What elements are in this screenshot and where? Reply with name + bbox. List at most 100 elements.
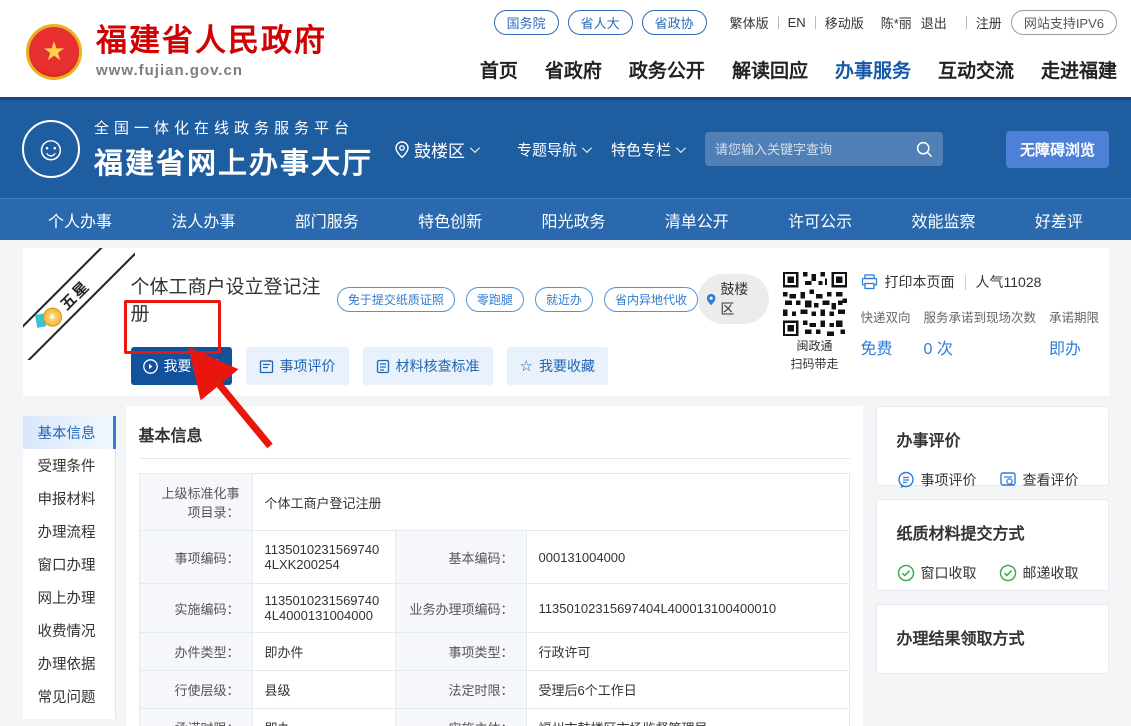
printer-icon [861, 274, 878, 290]
service-hall-banner: ☺ 全国一体化在线政务服务平台 福建省网上办事大厅 鼓楼区 专题导航 特色专栏 … [0, 97, 1131, 198]
sidebar-item-acceptance-conditions[interactable]: 受理条件 [23, 449, 115, 482]
table-row: 承诺时限： 即办 实施主体： 福州市鼓楼区市场监督管理局 [140, 708, 849, 726]
nav-about-fujian[interactable]: 走进福建 [1041, 56, 1117, 83]
menu-special-columns[interactable]: 特色专栏 [611, 139, 683, 160]
chevron-down-icon [470, 143, 480, 153]
stat-delivery: 快递双向 免费 [861, 307, 911, 359]
link-state-council[interactable]: 国务院 [494, 10, 559, 35]
nav-interaction[interactable]: 互动交流 [938, 56, 1014, 83]
nav-list-publicity[interactable]: 清单公开 [665, 208, 729, 232]
username[interactable]: 陈*丽 [881, 13, 912, 32]
nav-featured-innovation[interactable]: 特色创新 [418, 208, 482, 232]
chevron-down-icon [582, 143, 592, 153]
tag-nearby: 就近办 [535, 287, 593, 312]
sidebar-item-process[interactable]: 办理流程 [23, 515, 115, 548]
accessibility-button[interactable]: 无障碍浏览 [1006, 131, 1109, 168]
district-badge-label: 鼓楼区 [720, 279, 756, 319]
service-nav: 个人办事 法人办事 部门服务 特色创新 阳光政务 清单公开 许可公示 效能监察 … [0, 198, 1131, 240]
row-value: 福州市鼓楼区市场监督管理局 [526, 709, 849, 726]
logout-link[interactable]: 退出 [921, 13, 947, 32]
service-stats: 快递双向 免费 服务承诺到现场次数 0 次 承诺期限 即办 [861, 307, 1093, 359]
divider [965, 275, 966, 290]
nav-efficiency-supervision[interactable]: 效能监察 [912, 208, 976, 232]
sidebar-item-faq[interactable]: 常见问题 [23, 680, 115, 713]
mail-collection-label: 邮递收取 [1023, 563, 1079, 583]
material-check-button-label: 材料核查标准 [396, 356, 480, 376]
play-circle-icon [143, 359, 158, 374]
evaluate-button[interactable]: 事项评价 [246, 347, 349, 385]
print-link[interactable]: 打印本页面 [885, 272, 955, 292]
apply-button-label: 我要申报 [164, 356, 220, 376]
row-value: 县级 [252, 671, 395, 708]
sidebar-item-window-handling[interactable]: 窗口办理 [23, 548, 115, 581]
chevron-down-icon [676, 143, 686, 153]
material-check-button[interactable]: 材料核查标准 [363, 347, 493, 385]
row-value: 即办件 [252, 633, 395, 670]
search-input[interactable] [715, 142, 916, 157]
link-traditional-chinese[interactable]: 繁体版 [730, 13, 769, 32]
platform-subtitle: 全国一体化在线政务服务平台 [94, 117, 373, 138]
row-label: 实施编码： [140, 584, 252, 632]
nav-rating[interactable]: 好差评 [1035, 208, 1083, 232]
service-hall-logo: ☺ [22, 120, 80, 178]
sidebar-item-basic-info[interactable]: 基本信息 [23, 416, 115, 449]
nav-home[interactable]: 首页 [480, 56, 518, 83]
site-title: 福建省人民政府 [96, 24, 327, 58]
section-sidebar: 基本信息 受理条件 申报材料 办理流程 窗口办理 网上办理 收费情况 办理依据 … [23, 416, 116, 719]
paper-submission-card: 纸质材料提交方式 窗口收取 邮递收取 [876, 499, 1109, 591]
divider [966, 16, 967, 29]
row-value: 11350102315697404L4000131004000 [252, 584, 395, 632]
nav-department-services[interactable]: 部门服务 [295, 208, 359, 232]
district-selector[interactable]: 鼓楼区 [395, 137, 477, 162]
star-icon: ☆ [520, 359, 533, 374]
row-value: 行政许可 [526, 633, 849, 670]
favorite-button[interactable]: ☆ 我要收藏 [507, 347, 608, 385]
row-value: 11350102315697404L400013100400010 [526, 584, 849, 632]
five-star-ribbon: ★ 五星 [23, 248, 135, 360]
nav-transparent-gov[interactable]: 阳光政务 [541, 208, 605, 232]
link-provincial-congress[interactable]: 省人大 [568, 10, 633, 35]
apply-button[interactable]: 我要申报 [131, 347, 232, 385]
divider [778, 16, 779, 29]
link-mobile[interactable]: 移动版 [825, 13, 864, 32]
document-icon [376, 359, 390, 374]
evaluation-item-link[interactable]: 事项评价 [897, 470, 977, 490]
row-label: 办件类型： [140, 633, 252, 670]
nav-license-publicity[interactable]: 许可公示 [788, 208, 852, 232]
row-label: 承诺时限： [140, 709, 252, 726]
table-row: 办件类型： 即办件 事项类型： 行政许可 [140, 632, 849, 670]
evaluate-button-label: 事项评价 [280, 356, 336, 376]
view-evaluation-link[interactable]: 查看评价 [999, 470, 1079, 490]
sidebar-item-fees[interactable]: 收费情况 [23, 614, 115, 647]
medal-icon: ★ [38, 303, 65, 330]
nav-legal-person-services[interactable]: 法人办事 [171, 208, 235, 232]
nav-services[interactable]: 办事服务 [835, 56, 911, 83]
nav-gov-affairs[interactable]: 政务公开 [629, 56, 705, 83]
sidebar-item-legal-basis[interactable]: 办理依据 [23, 647, 115, 680]
row-value: 即办 [252, 709, 395, 726]
stat-promise-deadline: 承诺期限 即办 [1049, 307, 1099, 359]
paper-submission-card-title: 纸质材料提交方式 [897, 520, 1088, 544]
district-selector-label: 鼓楼区 [414, 137, 465, 162]
nav-personal-services[interactable]: 个人办事 [48, 208, 112, 232]
row-label: 实施主体： [395, 709, 526, 726]
window-collection-label: 窗口收取 [921, 563, 977, 583]
link-provincial-cppcc[interactable]: 省政协 [642, 10, 707, 35]
row-label: 行使层级： [140, 671, 252, 708]
sidebar-item-application-materials[interactable]: 申报材料 [23, 482, 115, 515]
emblem-star-icon: ★ [42, 36, 65, 67]
menu-topic-navigation[interactable]: 专题导航 [517, 139, 589, 160]
check-circle-icon [999, 564, 1017, 582]
evaluation-item-label: 事项评价 [921, 470, 977, 490]
favorite-button-label: 我要收藏 [539, 356, 595, 376]
register-link[interactable]: 注册 [976, 13, 1002, 32]
search-icon[interactable] [916, 141, 933, 158]
link-english[interactable]: EN [788, 15, 806, 30]
basic-info-table: 上级标准化事项目录： 个体工商户登记注册 事项编码： 1135010231569… [139, 473, 850, 726]
memo-icon [259, 359, 274, 374]
sidebar-item-online-handling[interactable]: 网上办理 [23, 581, 115, 614]
nav-interpretation[interactable]: 解读回应 [732, 56, 808, 83]
popularity-count: 人气11028 [976, 272, 1042, 292]
nav-provincial-gov[interactable]: 省政府 [545, 56, 602, 83]
check-circle-icon [897, 564, 915, 582]
